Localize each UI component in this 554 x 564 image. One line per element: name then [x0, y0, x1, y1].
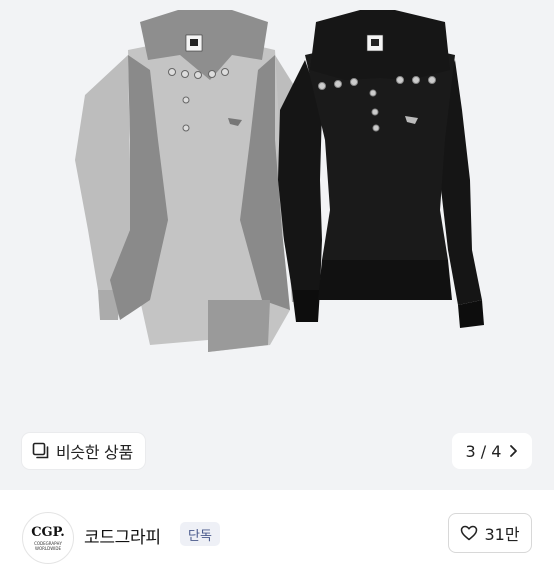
brand-name[interactable]: 코드그라피 [84, 523, 161, 548]
brand-logo[interactable]: CGP. CODEGRAPHY WORLDWIDE [22, 512, 74, 564]
heart-outline-icon [461, 525, 478, 541]
like-count: 31만 [484, 525, 520, 544]
brand-logo-subtext: CODEGRAPHY WORLDWIDE [34, 541, 62, 551]
pager-total: 4 [491, 441, 502, 461]
like-button[interactable]: 31만 [448, 513, 532, 553]
product-image [75, 10, 484, 352]
similar-items-icon [32, 442, 49, 459]
product-image-gallery[interactable]: 비슷한 상품 3 / 4 [0, 0, 554, 490]
pager-current: 3 [465, 441, 476, 461]
similar-items-button[interactable]: 비슷한 상품 [22, 433, 145, 469]
pager-separator: / [480, 441, 487, 461]
exclusive-badge: 단독 [180, 522, 220, 546]
image-pager[interactable]: 3 / 4 [452, 433, 532, 469]
black-shirt-illustration [278, 10, 484, 328]
chevron-right-icon[interactable] [509, 444, 518, 458]
pager-text: 3 / 4 [466, 442, 502, 461]
brand-row: CGP. CODEGRAPHY WORLDWIDE 코드그라피 단독 31만 [0, 500, 554, 564]
similar-items-label: 비슷한 상품 [56, 443, 133, 462]
brand-logo-text: CGP. [31, 525, 65, 540]
